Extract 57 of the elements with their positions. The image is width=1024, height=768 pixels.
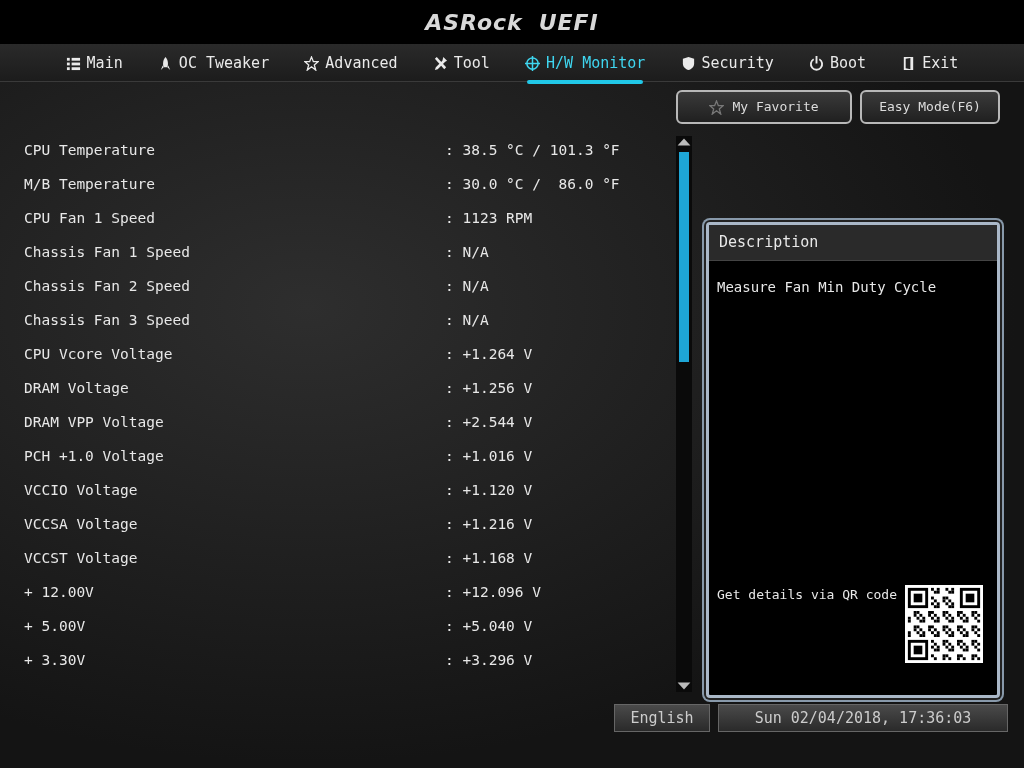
reading-value: : +5.040 V bbox=[445, 617, 533, 637]
qr-caption: Get details via QR code bbox=[717, 586, 897, 604]
reading-label: M/B Temperature bbox=[24, 175, 156, 195]
reading-label: DRAM VPP Voltage bbox=[24, 413, 165, 433]
reading-value: : +1.216 V bbox=[445, 515, 533, 535]
reading-label: Chassis Fan 3 Speed bbox=[24, 311, 191, 331]
mode-button[interactable]: Easy Mode(F6) bbox=[860, 90, 1000, 124]
scrollbar[interactable] bbox=[676, 136, 692, 692]
star-icon bbox=[304, 55, 320, 71]
shield-icon bbox=[680, 55, 696, 71]
reading-label: CPU Vcore Voltage bbox=[24, 345, 174, 365]
tab[interactable]: Boot bbox=[802, 44, 873, 82]
favorite-button[interactable]: My Favorite bbox=[676, 90, 852, 124]
reading-label: PCH +1.0 Voltage bbox=[24, 447, 165, 467]
reading-value: : 1123 RPM bbox=[445, 209, 533, 229]
reading-value: : +12.096 V bbox=[445, 583, 542, 603]
reading-value: : N/A bbox=[445, 277, 489, 297]
tab[interactable]: H/W Monitor bbox=[519, 44, 652, 82]
star-icon bbox=[709, 99, 725, 115]
list-icon bbox=[65, 55, 81, 71]
reading-label: VCCSA Voltage bbox=[24, 515, 139, 535]
logo-product: UEFI bbox=[538, 8, 599, 37]
reading-value: : +2.544 V bbox=[445, 413, 533, 433]
language-selector[interactable]: English bbox=[614, 704, 710, 732]
reading-value: : +1.016 V bbox=[445, 447, 533, 467]
reading-label: Chassis Fan 1 Speed bbox=[24, 243, 191, 263]
reading-label: + 12.00V bbox=[24, 583, 95, 603]
reading-label: Chassis Fan 2 Speed bbox=[24, 277, 191, 297]
reading-value: : N/A bbox=[445, 243, 489, 263]
crosshair-icon bbox=[525, 55, 540, 71]
tools-icon bbox=[432, 55, 448, 71]
description-title: Description bbox=[709, 225, 997, 261]
tab[interactable]: Exit bbox=[895, 44, 965, 82]
reading-value: : +1.120 V bbox=[445, 481, 533, 501]
reading-label: + 5.00V bbox=[24, 617, 87, 637]
tab[interactable]: Main bbox=[59, 44, 129, 82]
reading-value: : N/A bbox=[445, 311, 489, 331]
reading-value: : +3.296 V bbox=[445, 651, 533, 671]
reading-value: : +1.264 V bbox=[445, 345, 533, 365]
reading-label: VCCIO Voltage bbox=[24, 481, 139, 501]
reading-value: : 38.5 °C / 101.3 °F bbox=[445, 141, 620, 161]
reading-label: + 3.30V bbox=[24, 651, 87, 671]
reading-value: : +1.256 V bbox=[445, 379, 533, 399]
tab[interactable]: Tool bbox=[426, 44, 496, 82]
tab[interactable]: Security bbox=[674, 44, 780, 82]
logo-brand: ASRock bbox=[425, 8, 523, 37]
reading-label: CPU Temperature bbox=[24, 141, 156, 161]
description-text: Measure Fan Min Duty Cycle bbox=[717, 277, 938, 297]
tab[interactable]: OC Tweaker bbox=[151, 44, 276, 82]
tab[interactable]: Advanced bbox=[298, 44, 404, 82]
reading-label: DRAM Voltage bbox=[24, 379, 130, 399]
reading-label: CPU Fan 1 Speed bbox=[24, 209, 156, 229]
reading-value: : 30.0 °C / 86.0 °F bbox=[445, 175, 620, 195]
reading-value: : +1.168 V bbox=[445, 549, 533, 569]
power-icon bbox=[808, 55, 824, 71]
date-time: Sun 02/04/2018, 17:36:03 bbox=[718, 704, 1008, 732]
reading-label: VCCST Voltage bbox=[24, 549, 139, 569]
